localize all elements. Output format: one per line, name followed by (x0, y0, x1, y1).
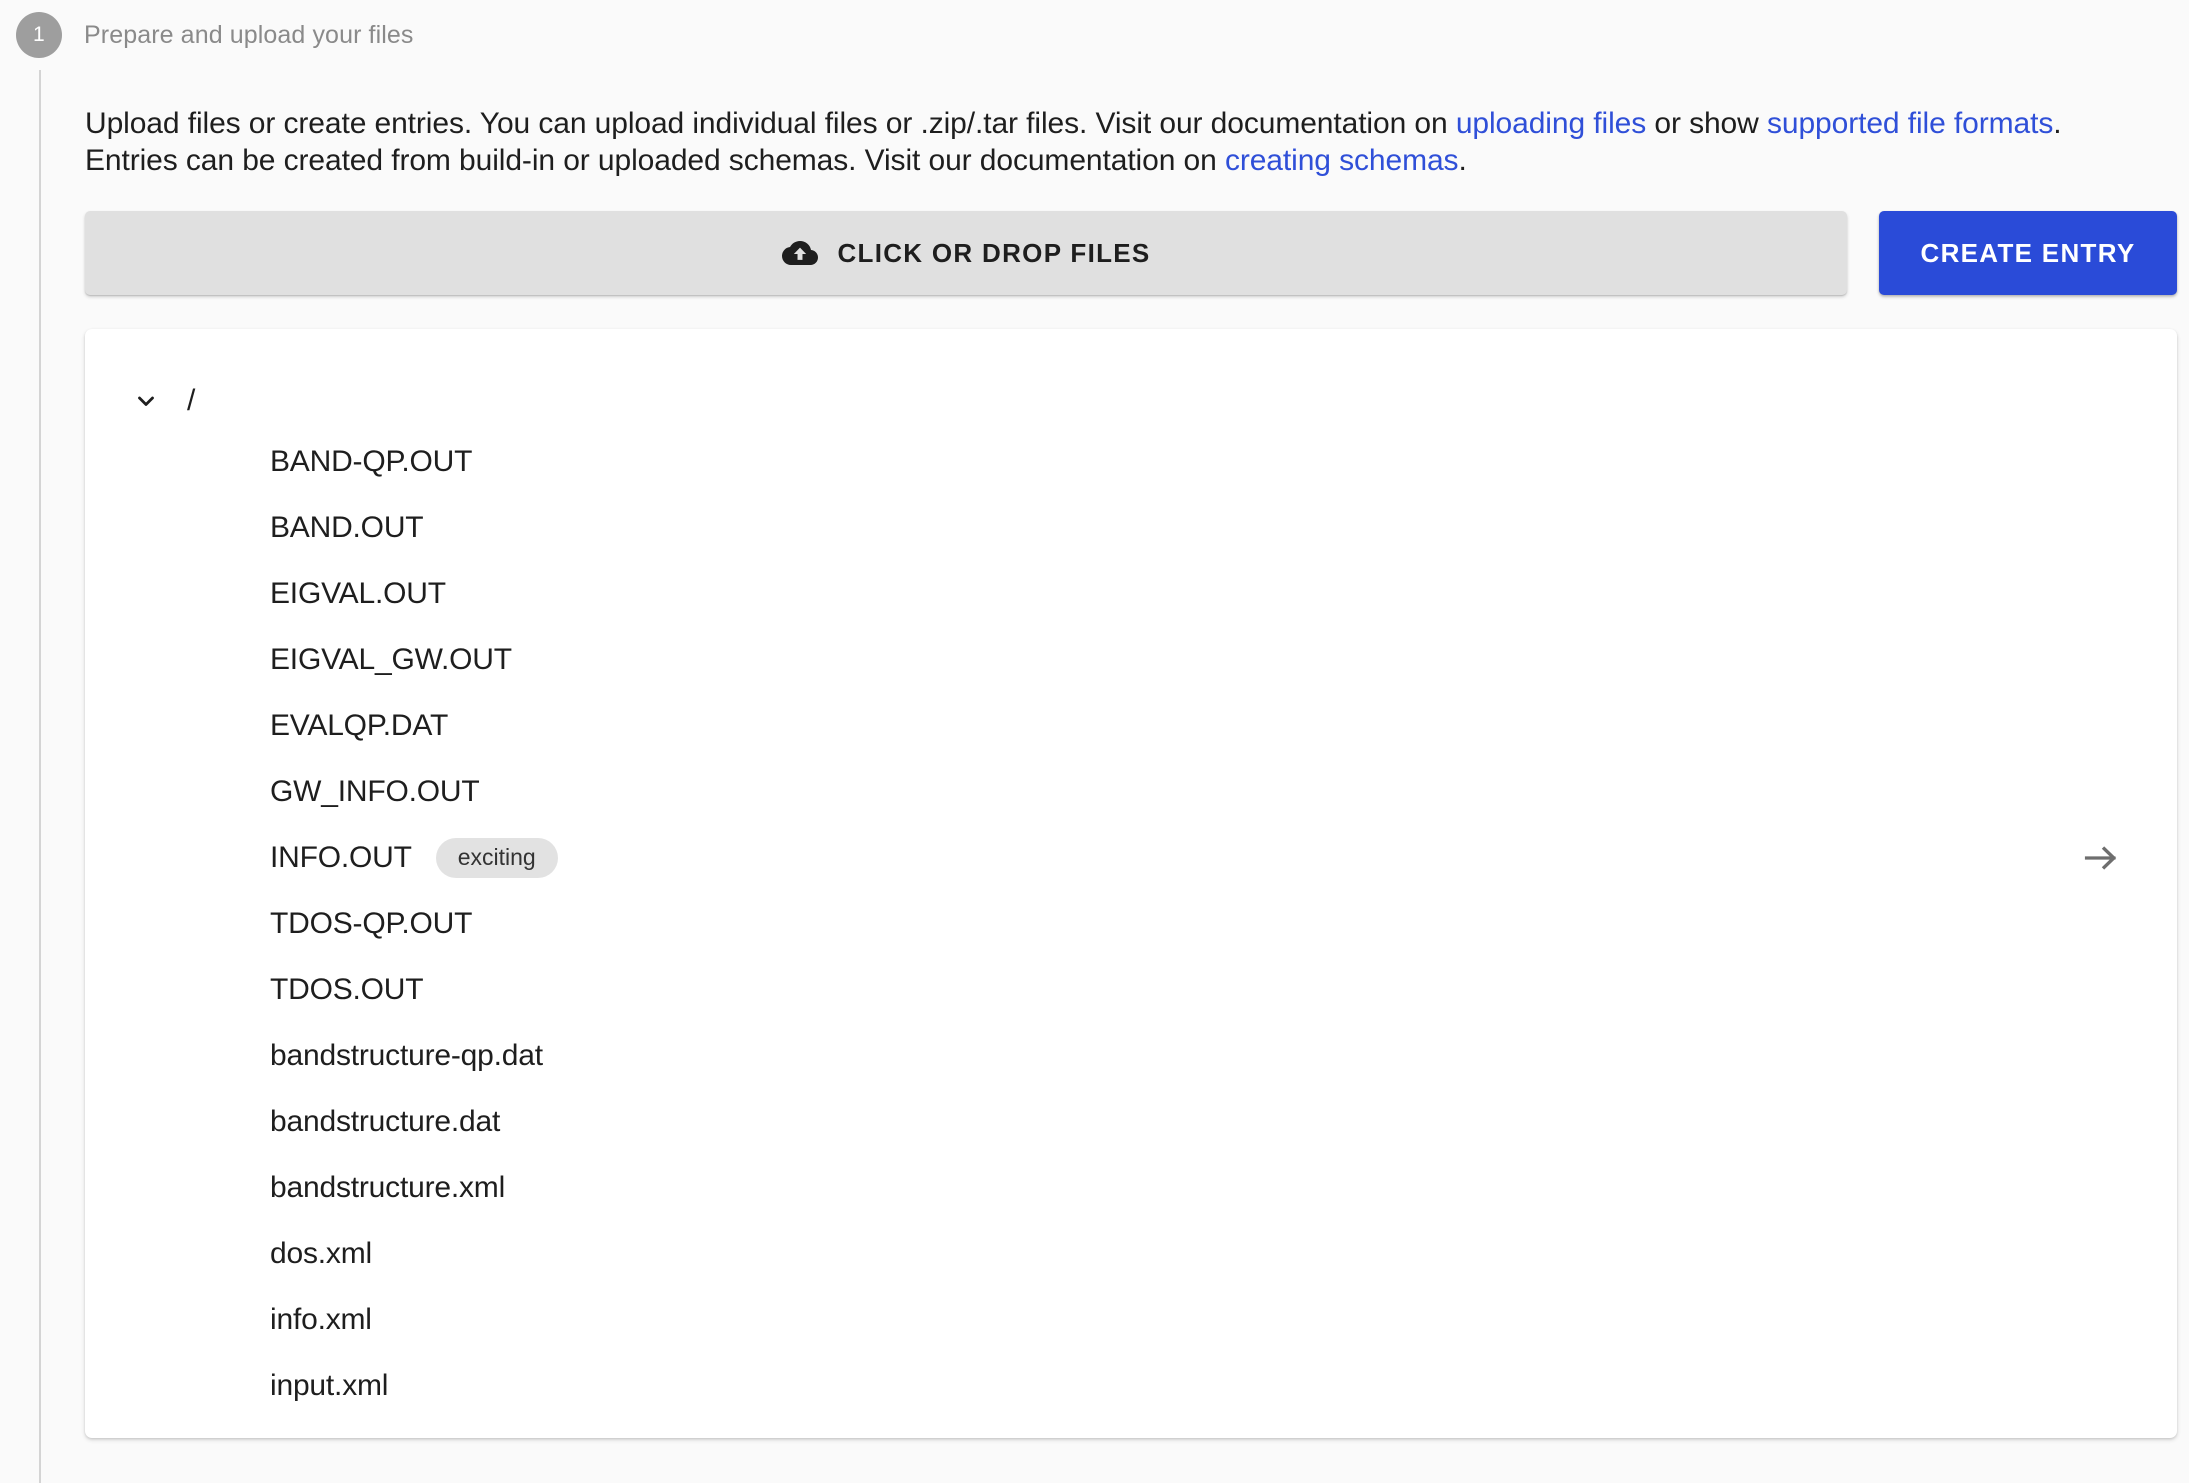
file-name: BAND-QP.OUT (270, 445, 473, 479)
intro-text-part1: Upload files or create entries. You can … (85, 107, 1456, 140)
file-name: bandstructure.xml (270, 1171, 506, 1205)
step-content: Upload files or create entries. You can … (85, 70, 2189, 1483)
link-creating-schemas[interactable]: creating schemas (1225, 144, 1459, 177)
stepper-connector-line (39, 70, 41, 1483)
file-list-item[interactable]: INFO.OUT exciting (85, 825, 2177, 891)
file-list-item[interactable]: info.xml (85, 1287, 2177, 1353)
file-name: info.xml (270, 1303, 372, 1337)
file-list-item[interactable]: TDOS.OUT (85, 957, 2177, 1023)
file-name: TDOS-QP.OUT (270, 907, 473, 941)
step-number-badge: 1 (16, 12, 62, 58)
tree-root-node[interactable]: / (85, 373, 2177, 429)
file-list-item[interactable]: BAND-QP.OUT (85, 429, 2177, 495)
file-browser-panel: / BAND-QP.OUT BAND.OUT EIGVAL.OUT EIGVAL… (85, 329, 2177, 1439)
click-or-drop-files-button[interactable]: CLICK OR DROP FILES (85, 211, 1847, 296)
file-name: BAND.OUT (270, 511, 424, 545)
file-list-item[interactable]: bandstructure.xml (85, 1155, 2177, 1221)
intro-text-part4: . (1458, 143, 1467, 177)
arrow-right-icon[interactable] (2081, 842, 2121, 874)
file-list-item[interactable]: EIGVAL.OUT (85, 561, 2177, 627)
file-list-item[interactable]: GW_INFO.OUT (85, 759, 2177, 825)
file-name: GW_INFO.OUT (270, 775, 480, 809)
dropzone-label: CLICK OR DROP FILES (837, 237, 1151, 268)
step-header: 1 Prepare and upload your files (0, 0, 2189, 70)
link-supported-file-formats[interactable]: supported file formats (1767, 107, 2053, 140)
create-entry-button[interactable]: CREATE ENTRY (1879, 211, 2177, 296)
file-list: BAND-QP.OUT BAND.OUT EIGVAL.OUT EIGVAL_G… (85, 429, 2177, 1419)
file-list-item[interactable]: EIGVAL_GW.OUT (85, 627, 2177, 693)
tree-root-label: / (187, 384, 196, 418)
intro-text-part2: or show (1646, 107, 1767, 140)
cloud-upload-icon (781, 238, 819, 268)
chevron-down-icon[interactable] (133, 388, 159, 414)
link-uploading-files[interactable]: uploading files (1456, 107, 1646, 140)
action-row: CLICK OR DROP FILES CREATE ENTRY (85, 211, 2177, 296)
file-list-item[interactable]: TDOS-QP.OUT (85, 891, 2177, 957)
file-name: dos.xml (270, 1237, 372, 1271)
file-list-item[interactable]: dos.xml (85, 1221, 2177, 1287)
file-name: EIGVAL_GW.OUT (270, 643, 512, 677)
file-list-item[interactable]: input.xml (85, 1353, 2177, 1419)
file-name: bandstructure.dat (270, 1105, 501, 1139)
file-list-item[interactable]: EVALQP.DAT (85, 693, 2177, 759)
file-list-item[interactable]: bandstructure-qp.dat (85, 1023, 2177, 1089)
file-name: INFO.OUT (270, 841, 412, 875)
file-name: EVALQP.DAT (270, 709, 449, 743)
file-list-item[interactable]: bandstructure.dat (85, 1089, 2177, 1155)
intro-paragraph: Upload files or create entries. You can … (85, 100, 2115, 179)
upload-step-container: 1 Prepare and upload your files Upload f… (0, 0, 2189, 1483)
file-list-item[interactable]: BAND.OUT (85, 495, 2177, 561)
file-name: bandstructure-qp.dat (270, 1039, 543, 1073)
file-name: EIGVAL.OUT (270, 577, 446, 611)
step-title: Prepare and upload your files (84, 20, 414, 49)
file-name: input.xml (270, 1369, 389, 1403)
file-tag-chip: exciting (435, 838, 558, 879)
file-name: TDOS.OUT (270, 973, 424, 1007)
